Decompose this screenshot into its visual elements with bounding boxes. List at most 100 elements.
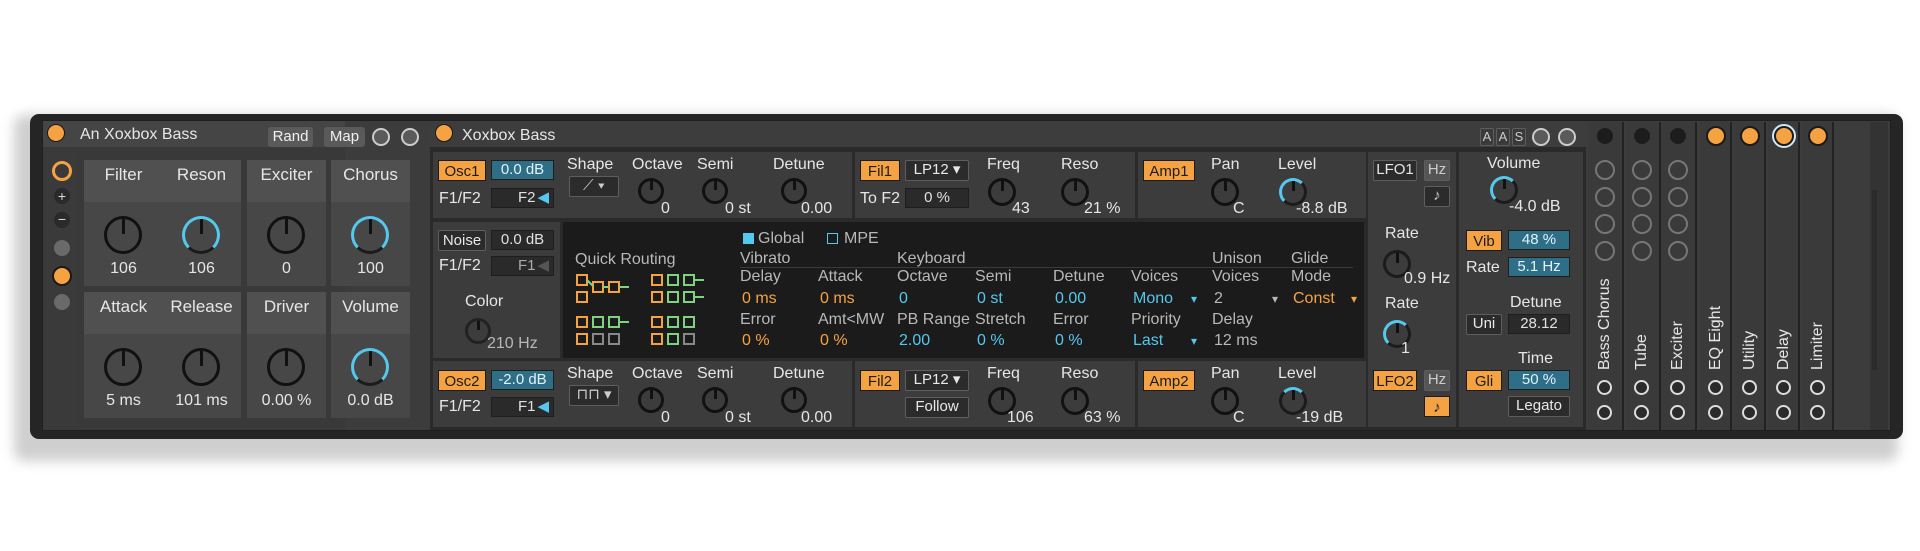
chain-option-icon[interactable]	[1668, 241, 1688, 261]
mpe-tab[interactable]: MPE	[844, 230, 879, 248]
fil2-follow-button[interactable]: Follow	[905, 397, 969, 418]
analog-title[interactable]: Xoxbox Bass	[462, 127, 555, 145]
global-param-value[interactable]: 0 ms	[820, 290, 855, 308]
chain-option-icon[interactable]	[1668, 160, 1688, 180]
osc1-toggle[interactable]: Osc1	[438, 160, 486, 181]
rack-title[interactable]: An Xoxbox Bass	[80, 126, 197, 144]
macro-knob[interactable]	[104, 216, 142, 254]
macro-knob[interactable]	[267, 348, 305, 386]
vib-rate[interactable]: 5.1 Hz	[1508, 257, 1570, 277]
unison-detune-value[interactable]: 28.12	[1508, 314, 1570, 334]
global-param-value[interactable]: 0 %	[820, 332, 848, 350]
osc2-f1f2-value[interactable]: F1 ◀	[491, 397, 554, 417]
hot-swap-icon[interactable]	[1634, 380, 1649, 395]
chain-device-name[interactable]: EQ Eight	[1707, 306, 1725, 370]
save-icon[interactable]	[1776, 405, 1791, 420]
lfo2-sync-note-icon[interactable]: ♪	[1424, 396, 1450, 417]
chain-device-name[interactable]: Delay	[1775, 329, 1793, 370]
global-param-value[interactable]: Mono	[1133, 290, 1173, 308]
amp2-toggle[interactable]: Amp2	[1143, 370, 1195, 391]
chain-device-name[interactable]: Exciter	[1669, 321, 1687, 370]
hot-swap-icon[interactable]	[1810, 380, 1825, 395]
global-param-value[interactable]: Last	[1133, 332, 1163, 350]
global-param-value[interactable]: 2	[1214, 290, 1223, 308]
macro-1[interactable]: Filter 106	[84, 160, 163, 286]
chain-device-name[interactable]: Utility	[1741, 331, 1759, 370]
analog-save-icon[interactable]	[1558, 128, 1576, 146]
show-devices-icon[interactable]	[54, 294, 70, 310]
vib-amount[interactable]: 48 %	[1508, 230, 1570, 250]
fil2-toggle[interactable]: Fil2	[860, 370, 900, 391]
map-button[interactable]: Map	[324, 127, 365, 147]
macro-knob[interactable]	[351, 348, 389, 386]
chain-option-icon[interactable]	[1632, 214, 1652, 234]
rack-power-button[interactable]	[47, 124, 65, 142]
global-param-value[interactable]: 2.00	[899, 332, 930, 350]
chain-device-name[interactable]: Tube	[1633, 334, 1651, 370]
chain-option-icon[interactable]	[1595, 214, 1615, 234]
lfo1-hz-button[interactable]: Hz	[1424, 160, 1450, 181]
fil1-to-f2-value[interactable]: 0 %	[905, 188, 969, 208]
global-param-value[interactable]: 12 ms	[1214, 332, 1258, 350]
global-param-value[interactable]: 0 %	[1055, 332, 1083, 350]
chain-option-icon[interactable]	[1632, 160, 1652, 180]
hot-swap-icon[interactable]	[1708, 380, 1723, 395]
save-icon[interactable]	[1742, 405, 1757, 420]
macro-8[interactable]: Volume 0.0 dB	[331, 292, 410, 418]
hot-swap-icon[interactable]	[372, 128, 390, 146]
scrollbar-track[interactable]	[1872, 190, 1877, 370]
fil1-type-select[interactable]: LP12 ▾	[905, 160, 969, 181]
chain-device-name[interactable]: Bass Chorus	[1596, 278, 1614, 370]
global-param-value[interactable]: 0	[899, 290, 908, 308]
macro-2[interactable]: Reson 106	[162, 160, 241, 286]
macro-4[interactable]: Chorus 100	[331, 160, 410, 286]
quick-routing-icons[interactable]	[574, 270, 722, 350]
device-power-button[interactable]	[1632, 126, 1652, 146]
osc2-shape-select[interactable]: ⊓⊓ ▾	[569, 385, 619, 406]
device-power-button[interactable]	[1808, 126, 1828, 146]
macro-knob[interactable]	[104, 348, 142, 386]
uni-toggle[interactable]: Uni	[1466, 314, 1502, 335]
global-tab[interactable]: Global	[758, 230, 804, 248]
rand-button[interactable]: Rand	[268, 127, 313, 147]
lfo1-toggle[interactable]: LFO1	[1373, 160, 1417, 181]
noise-toggle[interactable]: Noise	[438, 230, 486, 251]
chain-option-icon[interactable]	[1595, 187, 1615, 207]
osc2-toggle[interactable]: Osc2	[438, 370, 486, 391]
chain-option-icon[interactable]	[1632, 187, 1652, 207]
save-icon[interactable]	[1810, 405, 1825, 420]
global-param-value[interactable]: Const	[1293, 290, 1335, 308]
macro-knob[interactable]	[182, 348, 220, 386]
save-icon[interactable]	[1670, 405, 1685, 420]
osc1-f1f2-value[interactable]: F2 ◀	[491, 188, 554, 208]
show-macros-icon[interactable]	[52, 161, 72, 181]
legato-button[interactable]: Legato	[1508, 396, 1570, 417]
save-icon[interactable]	[1708, 405, 1723, 420]
analog-power-button[interactable]	[435, 124, 453, 142]
macro-7[interactable]: Driver 0.00 %	[247, 292, 326, 418]
noise-level[interactable]: 0.0 dB	[491, 230, 554, 250]
lfo1-sync-note-icon[interactable]: ♪	[1424, 186, 1450, 207]
gli-toggle[interactable]: Gli	[1466, 370, 1502, 391]
device-power-button[interactable]	[1595, 126, 1615, 146]
device-power-button[interactable]	[1740, 126, 1760, 146]
vib-toggle[interactable]: Vib	[1466, 230, 1502, 251]
save-icon[interactable]	[1597, 405, 1612, 420]
macro-knob[interactable]	[182, 216, 220, 254]
global-param-value[interactable]: 0 %	[977, 332, 1005, 350]
osc1-level[interactable]: 0.0 dB	[491, 160, 554, 180]
chain-option-icon[interactable]	[1668, 187, 1688, 207]
chain-device-name[interactable]: Limiter	[1809, 322, 1827, 370]
osc2-level[interactable]: -2.0 dB	[491, 370, 554, 390]
macro-knob[interactable]	[351, 216, 389, 254]
noise-f1f2-value[interactable]: F1 ◀	[491, 256, 554, 276]
chain-option-icon[interactable]	[1632, 241, 1652, 261]
amp1-toggle[interactable]: Amp1	[1143, 160, 1195, 181]
remove-macro-icon[interactable]: −	[54, 212, 70, 228]
device-power-button[interactable]	[1706, 126, 1726, 146]
hot-swap-icon[interactable]	[1597, 380, 1612, 395]
chain-option-icon[interactable]	[1595, 241, 1615, 261]
macro-3[interactable]: Exciter 0	[247, 160, 326, 286]
global-param-value[interactable]: 0 %	[742, 332, 770, 350]
fil2-type-select[interactable]: LP12 ▾	[905, 370, 969, 391]
